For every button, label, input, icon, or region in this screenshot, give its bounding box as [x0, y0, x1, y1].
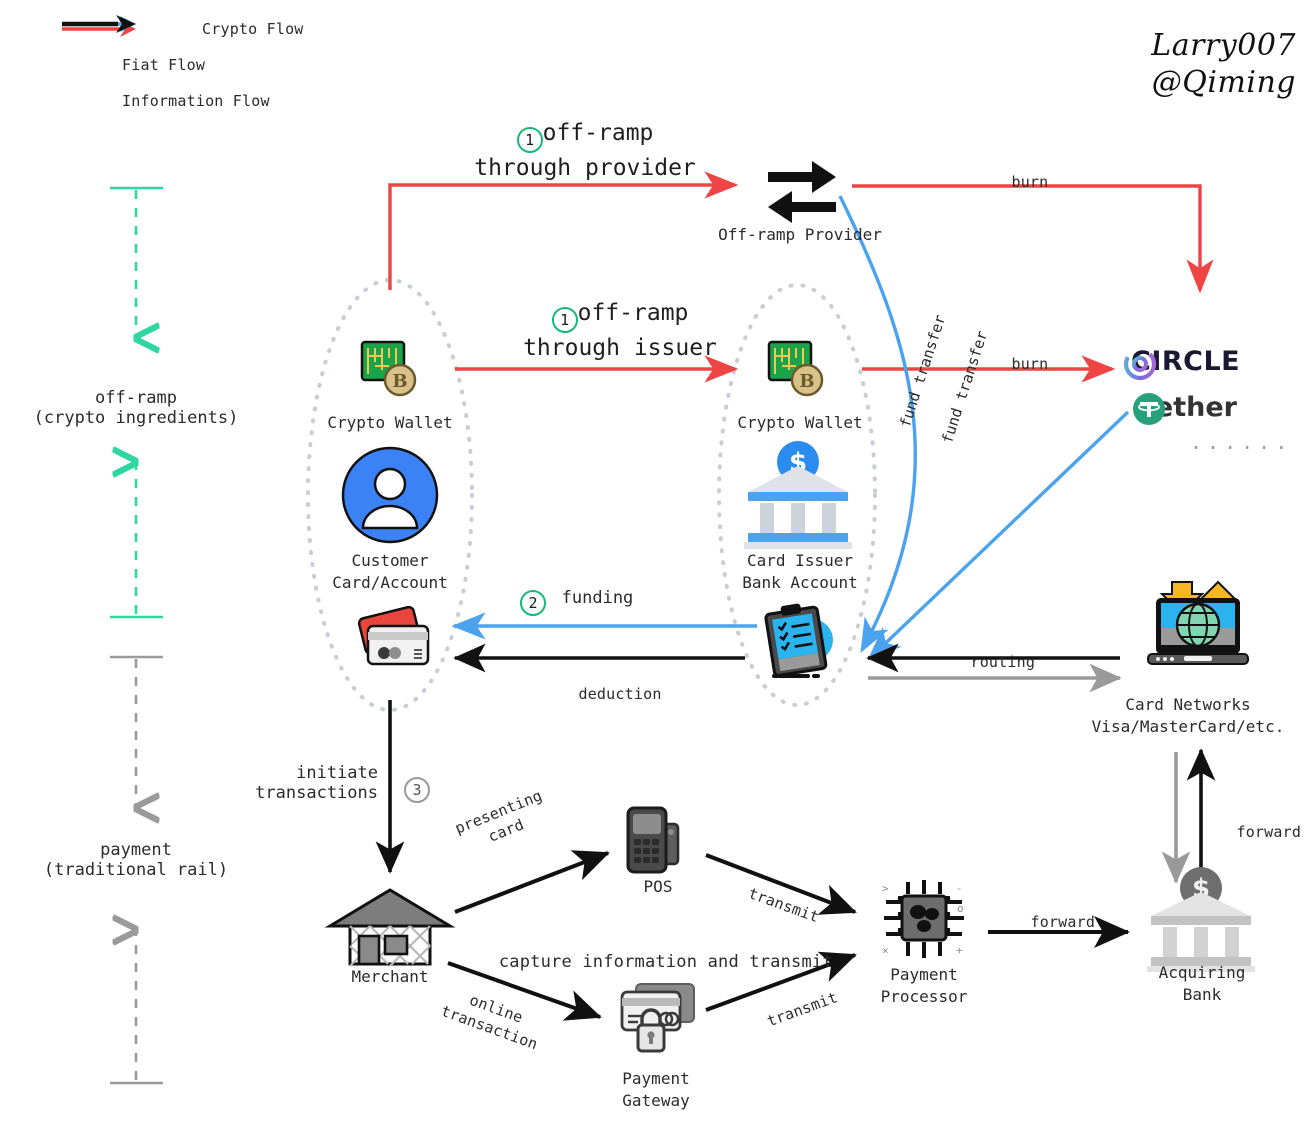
edge-label-deduction: deduction [578, 685, 662, 704]
credit-cards-icon [357, 605, 430, 666]
card-networks-line1: Card Networks [1125, 695, 1251, 714]
svg-text:+: + [956, 944, 963, 957]
legend-label-fiat: Fiat Flow [122, 55, 206, 74]
step-funding: 2 funding [520, 588, 633, 616]
svg-text:-: - [956, 882, 963, 895]
card-networks-line2: Visa/MasterCard/etc. [1091, 716, 1285, 736]
customer-account-line1: Customer [351, 551, 429, 570]
signature-line1: Larry007 [1151, 28, 1296, 63]
label-customer-account: Customer Card/Account [298, 550, 482, 593]
acquiring-line1: Acquiring [1158, 963, 1246, 982]
svg-text:>: > [882, 882, 889, 895]
axis-label-payment: payment (traditional rail) [0, 840, 272, 880]
processor-line1: Payment [890, 965, 958, 984]
axis-crypto-line1: off-ramp [95, 388, 177, 408]
label-offramp-provider: Off-ramp Provider [718, 225, 882, 244]
node-circle[interactable]: CIRCLE [1122, 346, 1240, 381]
edge-label-burn-top: burn [1011, 173, 1049, 192]
acquiring-line2: Bank [1182, 984, 1222, 1004]
label-payment-processor: Payment Processor [848, 964, 1000, 1007]
exchange-arrows-icon [768, 161, 836, 223]
edge-label-burn-mid: burn [1011, 355, 1049, 374]
label-merchant: Merchant [351, 967, 429, 986]
label-issuer-bank: Card Issuer Bank Account [708, 550, 892, 593]
secure-card-lock-icon [620, 983, 695, 1053]
axis-payment-line1: payment [100, 840, 172, 860]
label-card-networks: Card Networks Visa/MasterCard/etc. [1070, 694, 1306, 737]
edge-label-capture-transmit: capture information and transmit [498, 951, 833, 972]
svg-text:B: B [392, 371, 407, 392]
legend: Crypto Flow Fiat Flow Information Flow [60, 14, 304, 116]
edge-label-forward-processor: forward [1030, 913, 1096, 932]
signature: Larry007 @Qiming [1151, 28, 1296, 100]
legend-label-crypto: Crypto Flow [202, 19, 304, 38]
customer-account-line2: Card/Account [332, 572, 448, 592]
issuer-bank-line1: Card Issuer [747, 551, 853, 570]
step-number-3: 3 [404, 777, 430, 803]
signature-line2: @Qiming [1151, 65, 1296, 100]
label-customer-wallet: Crypto Wallet [327, 413, 453, 432]
edge-presenting-card [454, 850, 610, 914]
issuer-bank-line2: Bank Account [742, 572, 858, 592]
step-offramp-provider-line1: off-ramp [542, 120, 654, 146]
legend-item-info: Information Flow [60, 15, 304, 116]
axis-label-crypto: off-ramp (crypto ingredients) [0, 388, 272, 428]
chip-icon: > - × + o [882, 880, 964, 958]
node-tether[interactable]: tether [1132, 392, 1237, 425]
initiate-line2: transactions [255, 783, 378, 803]
crypto-wallet-icon: B [767, 340, 824, 397]
step-number-1b: 1 [551, 307, 578, 334]
step-offramp-provider-line2: through provider [474, 155, 696, 182]
laptop-globe-icon [1147, 580, 1249, 665]
legend-item-fiat: Fiat Flow [60, 16, 304, 80]
processor-line2: Processor [880, 986, 968, 1006]
label-acquiring-bank: Acquiring Bank [1124, 962, 1280, 1005]
step-funding-label: funding [561, 588, 634, 608]
user-avatar-icon [341, 446, 439, 544]
edge-label-routing: routing [970, 653, 1036, 672]
tether-logo-icon [1133, 393, 1165, 425]
step-number-1: 1 [516, 127, 543, 154]
step-number-3-wrap: 3 [404, 775, 430, 803]
step-initiate-text: initiate transactions [238, 763, 378, 803]
edge-offramp-through-provider [388, 171, 739, 290]
label-more-stablecoins: ...... [1190, 430, 1293, 454]
axis-payment-line2: (traditional rail) [43, 860, 229, 880]
bank-gray-icon: $ [1147, 867, 1255, 972]
step-number-2: 2 [520, 590, 546, 616]
svg-text:o: o [957, 902, 964, 915]
step-offramp-issuer: 1 off-ramp through issuer [470, 298, 770, 364]
merchant-shop-icon [324, 888, 456, 967]
label-issuer-wallet: Crypto Wallet [737, 413, 863, 432]
label-payment-gateway: Payment Gateway [580, 1068, 732, 1111]
label-pos: POS [643, 877, 673, 896]
pos-terminal-icon [626, 806, 680, 874]
circle-logo-icon [1123, 347, 1157, 381]
edge-label-forward-acquiring: forward [1236, 823, 1302, 842]
legend-label-info: Information Flow [122, 91, 270, 110]
bank-icon: $ [744, 441, 852, 549]
svg-text:B: B [799, 371, 814, 392]
gateway-line2: Gateway [622, 1090, 690, 1110]
crypto-wallet-icon: B [360, 340, 417, 397]
svg-text:×: × [882, 944, 889, 957]
edge-fund-transfer-stablecoin [867, 410, 1130, 661]
step-offramp-provider: 1 off-ramp through provider [420, 118, 750, 184]
clipboard-checklist-icon [764, 603, 833, 678]
initiate-line1: initiate [296, 763, 378, 783]
step-offramp-issuer-line1: off-ramp [577, 300, 689, 326]
axis-crypto-line2: (crypto ingredients) [33, 408, 239, 428]
gateway-line1: Payment [622, 1069, 690, 1088]
step-offramp-issuer-line2: through issuer [523, 335, 717, 362]
edge-burn-top [852, 184, 1214, 294]
arrow-right-icon [62, 15, 136, 33]
